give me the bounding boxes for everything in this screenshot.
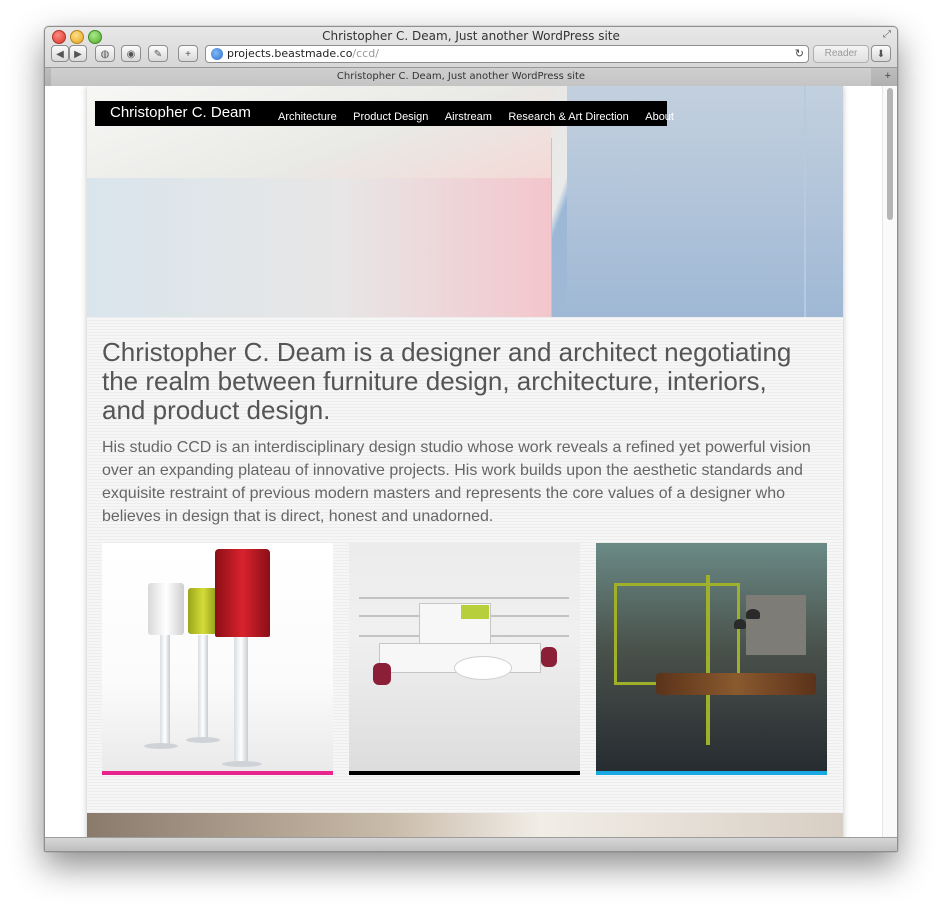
hero-mullion: [804, 86, 806, 317]
download-button[interactable]: ⬇: [871, 45, 891, 62]
round-table: [454, 656, 512, 680]
url-path: /ccd/: [352, 47, 379, 60]
stone-wall: [746, 595, 806, 655]
lamp-base: [186, 737, 220, 743]
hero-image: Christopher C. Deam Architecture Product…: [87, 86, 843, 317]
hero-seam: [551, 138, 552, 317]
active-tab[interactable]: Christopher C. Deam, Just another WordPr…: [51, 68, 871, 86]
page-container: Christopher C. Deam Architecture Product…: [87, 86, 843, 851]
nav-research-art-direction[interactable]: Research & Art Direction: [508, 111, 628, 123]
hero-ceiling: [87, 86, 551, 178]
forward-icon: ▶: [74, 49, 82, 60]
product-design-tile[interactable]: [102, 543, 333, 775]
url-text: projects.beastmade.co/ccd/: [227, 47, 379, 60]
chair: [541, 647, 557, 667]
pendant-lamp: [734, 619, 746, 629]
add-bookmark-icon: +: [185, 49, 191, 60]
site-nav: Christopher C. Deam Architecture Product…: [95, 101, 674, 126]
site-brand[interactable]: Christopher C. Deam: [110, 104, 251, 121]
page-headline: Christopher C. Deam is a designer and ar…: [102, 337, 792, 425]
download-icon: ⬇: [876, 49, 886, 60]
back-button[interactable]: ◀: [51, 45, 69, 62]
share-icon: ✎: [153, 49, 163, 60]
nav-architecture[interactable]: Architecture: [278, 111, 337, 123]
page-viewport: Christopher C. Deam Architecture Product…: [45, 86, 897, 851]
wood-table: [656, 673, 816, 695]
green-frame: [614, 583, 740, 685]
nav-airstream[interactable]: Airstream: [445, 111, 492, 123]
url-host: projects.beastmade.co: [227, 47, 353, 60]
nav-about[interactable]: About: [645, 111, 674, 123]
tile-accent-bar: [596, 771, 827, 775]
tile-accent-bar: [349, 771, 580, 775]
shelf-line: [359, 597, 569, 599]
share-button[interactable]: ✎: [148, 45, 168, 62]
address-bar[interactable]: projects.beastmade.co/ccd/ ↻: [205, 45, 809, 63]
tab-bar: Christopher C. Deam, Just another WordPr…: [45, 67, 897, 86]
history-icon: ◉: [126, 49, 136, 60]
red-lamp-shade: [215, 549, 270, 637]
browser-window: Christopher C. Deam, Just another WordPr…: [44, 26, 898, 852]
nav-product-design[interactable]: Product Design: [353, 111, 428, 123]
window-title: Christopher C. Deam, Just another WordPr…: [322, 29, 620, 43]
add-bookmark-button[interactable]: +: [178, 45, 198, 62]
globe-icon: [211, 48, 223, 60]
architecture-tile[interactable]: [596, 543, 827, 775]
sidebar-button[interactable]: ◍: [95, 45, 115, 62]
hero-wall: [87, 178, 551, 317]
reload-icon[interactable]: ↻: [795, 47, 804, 60]
new-tab-icon[interactable]: +: [885, 70, 891, 82]
yellow-lamp-shade: [188, 588, 218, 634]
pendant-lamp: [746, 609, 760, 619]
fullscreen-icon[interactable]: ⤢: [883, 29, 891, 40]
white-lamp-shade: [148, 583, 184, 635]
back-icon: ◀: [56, 49, 64, 60]
green-post: [706, 575, 710, 745]
vertical-scrollbar[interactable]: [882, 86, 897, 838]
sidebar-icon: ◍: [100, 49, 110, 60]
red-lamp-stem: [234, 637, 248, 765]
reader-button[interactable]: Reader: [813, 45, 869, 63]
lamp-base: [144, 743, 178, 749]
history-button[interactable]: ◉: [121, 45, 141, 62]
tile-accent-bar: [102, 771, 333, 775]
nav-links: Architecture Product Design Airstream Re…: [278, 107, 686, 125]
yellow-lamp-stem: [198, 635, 208, 741]
accent-panel: [461, 605, 489, 619]
intro-paragraph: His studio CCD is an interdisciplinary d…: [102, 439, 811, 525]
white-lamp-stem: [160, 635, 170, 747]
office-furniture-tile[interactable]: [349, 543, 580, 775]
scrollbar-thumb[interactable]: [887, 88, 893, 220]
window-bottom-bar: [45, 837, 897, 851]
chair: [373, 663, 391, 685]
browser-chrome: Christopher C. Deam, Just another WordPr…: [45, 27, 897, 86]
forward-button[interactable]: ▶: [69, 45, 87, 62]
lamp-base: [222, 761, 262, 767]
